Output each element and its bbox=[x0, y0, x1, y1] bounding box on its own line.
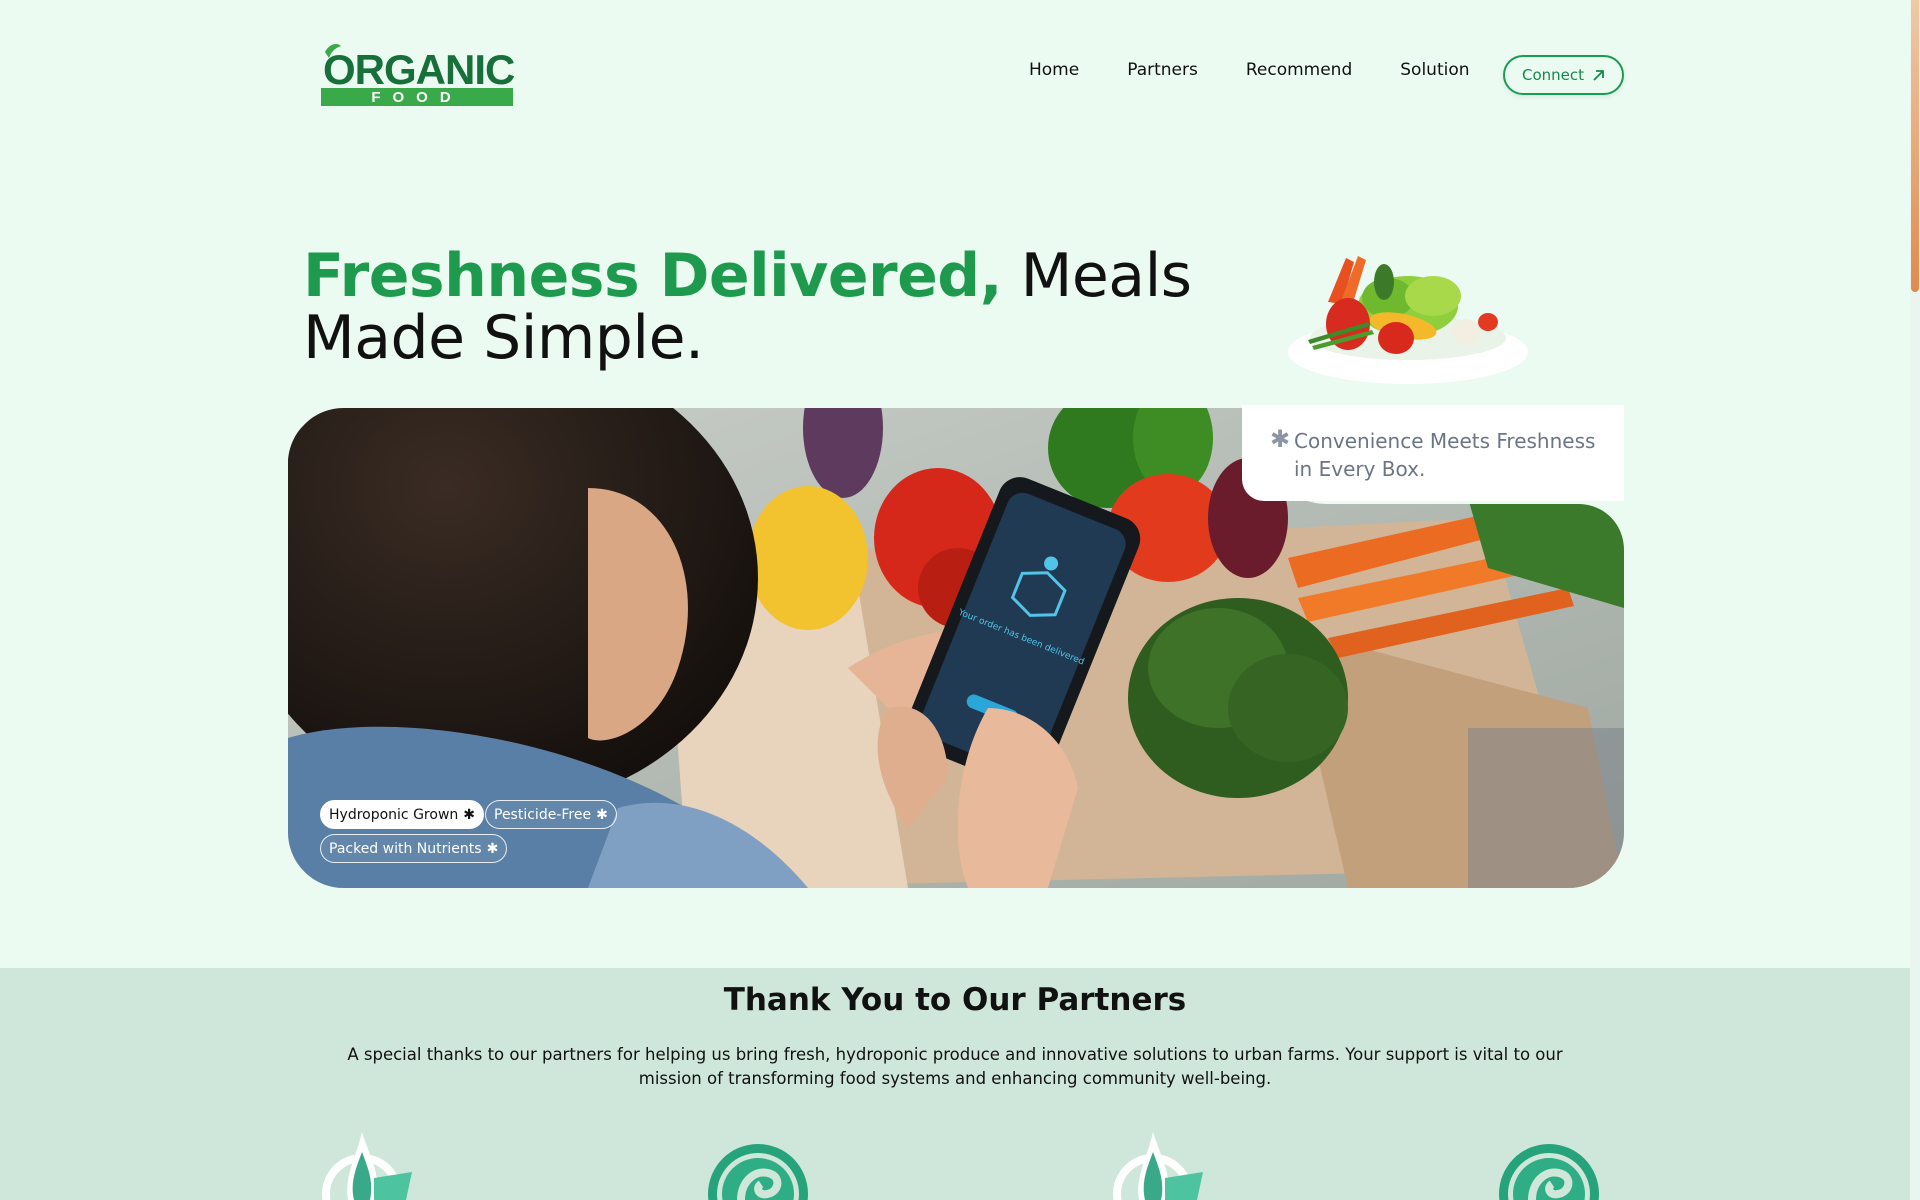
headline-rest-2: Made Simple. bbox=[303, 303, 704, 373]
leaf-drop-logo[interactable] bbox=[316, 1128, 436, 1200]
tag-label: Pesticide-Free bbox=[494, 806, 592, 823]
nav-recommend[interactable]: Recommend bbox=[1246, 60, 1352, 80]
spiral-logo[interactable] bbox=[1496, 1128, 1616, 1200]
scrollbar-thumb[interactable] bbox=[1911, 0, 1919, 292]
asterisk-icon: ✱ bbox=[596, 806, 608, 823]
headline-rest-1: Meals bbox=[1020, 241, 1192, 311]
asterisk-icon: ✱ bbox=[463, 806, 475, 823]
connect-label: Connect bbox=[1521, 66, 1585, 84]
connect-button[interactable]: Connect bbox=[1503, 55, 1624, 95]
feature-tags: Hydroponic Grown ✱ Pesticide-Free ✱ Packed … bbox=[320, 800, 660, 868]
partners-title: Thank You to Our Partners bbox=[723, 982, 1187, 1018]
tag-label: Hydroponic Grown bbox=[329, 806, 459, 823]
organic-food-logo[interactable]: ORGANIC FOOD bbox=[319, 42, 515, 110]
asterisk-icon: ✱ bbox=[1270, 425, 1291, 453]
nav-home[interactable]: Home bbox=[1029, 60, 1079, 80]
hero-headline: Freshness Delivered, Meals Made Simple. bbox=[303, 245, 1192, 369]
tag-nutrients[interactable]: Packed with Nutrients ✱ bbox=[320, 834, 508, 863]
arrow-up-right-icon bbox=[1593, 69, 1604, 81]
tagline-card: ✱ Convenience Meets Freshness in Every B… bbox=[1242, 405, 1624, 501]
tag-label: Packed with Nutrients bbox=[329, 840, 482, 857]
leaf-drop-logo[interactable] bbox=[1107, 1128, 1227, 1200]
tagline-text: Convenience Meets Freshness in Every Box… bbox=[1294, 429, 1596, 481]
headline-accent: Freshness Delivered, bbox=[303, 241, 1003, 311]
tag-hydroponic[interactable]: Hydroponic Grown ✱ bbox=[320, 800, 484, 829]
nav-solution[interactable]: Solution bbox=[1400, 60, 1469, 80]
main-nav: Home Partners Recommend Solution bbox=[1029, 60, 1470, 80]
tag-pesticide-free[interactable]: Pesticide-Free ✱ bbox=[485, 800, 617, 829]
svg-text:FOOD: FOOD bbox=[371, 89, 462, 106]
partners-description: A special thanks to our partners for hel… bbox=[347, 1045, 1563, 1088]
partners-section: Thank You to Our Partners A special than… bbox=[0, 968, 1910, 1200]
nav-partners[interactable]: Partners bbox=[1127, 60, 1198, 80]
spiral-logo[interactable] bbox=[705, 1128, 825, 1200]
scrollbar[interactable] bbox=[1910, 0, 1920, 1200]
asterisk-icon: ✱ bbox=[486, 840, 499, 857]
svg-text:ORGANIC: ORGANIC bbox=[323, 46, 515, 93]
vegetables-image bbox=[1288, 256, 1528, 384]
